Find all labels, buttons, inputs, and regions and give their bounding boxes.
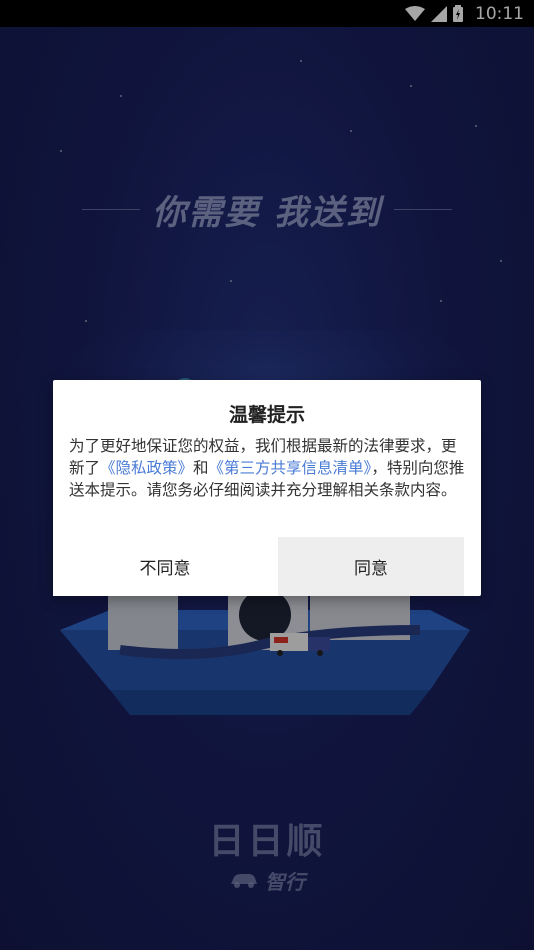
disagree-button[interactable]: 不同意: [53, 537, 277, 596]
dialog-text-and: 和: [193, 459, 209, 477]
third-party-sharing-link[interactable]: 《第三方共享信息清单》: [209, 459, 372, 477]
dialog-message: 为了更好地保证您的权益，我们根据最新的法律要求，更新了《隐私政策》和《第三方共享…: [69, 435, 465, 501]
privacy-policy-link[interactable]: 《隐私政策》: [100, 459, 193, 477]
agree-button[interactable]: 同意: [278, 537, 464, 596]
dialog-title: 温馨提示: [228, 404, 305, 426]
privacy-notice-dialog: 温馨提示 为了更好地保证您的权益，我们根据最新的法律要求，更新了《隐私政策》和《…: [53, 380, 481, 596]
